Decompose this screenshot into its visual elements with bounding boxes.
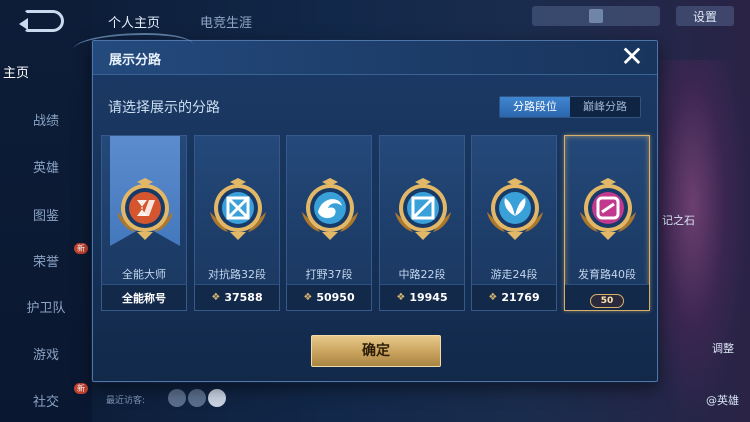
sidebar-item[interactable]: 图鉴: [0, 205, 92, 224]
avatar: [589, 9, 603, 23]
sidebar-item-label: 荣誉: [32, 255, 59, 270]
sidebar-item-label: 游戏: [32, 348, 59, 363]
lane-card-footer: ❖ 50950: [287, 284, 371, 310]
sidebar-item[interactable]: 主页: [0, 62, 62, 81]
sidebar-item-label: 护卫队: [26, 301, 66, 316]
lane-card[interactable]: 中路22段 ❖ 19945: [379, 135, 465, 311]
sidebar-item[interactable]: 荣誉 新: [0, 243, 92, 270]
lane-card[interactable]: 发育路40段 50: [564, 135, 650, 311]
lane-score: 21769: [501, 291, 540, 304]
sidebar-item[interactable]: 英雄: [0, 157, 92, 176]
farm-lane-emblem-icon: [576, 178, 640, 242]
visitor-avatar[interactable]: [188, 389, 206, 407]
new-badge: 新: [74, 243, 88, 254]
visitor-avatar[interactable]: [208, 389, 226, 407]
dialog-subtitle: 请选择展示的分路: [108, 100, 220, 116]
sidebar-item[interactable]: 护卫队: [0, 297, 92, 316]
lane-card-name: 对抗路32段: [208, 268, 266, 281]
lane-card-name: 游走24段: [490, 268, 538, 281]
sidebar-item-label: 英雄: [32, 161, 59, 176]
new-badge: 新: [74, 383, 88, 394]
toggle-lane-rank[interactable]: 分路段位: [500, 97, 570, 117]
lane-card-footer: ❖ 37588: [195, 284, 279, 310]
top-status-chip[interactable]: [532, 6, 660, 26]
score-icon: ❖: [211, 292, 221, 303]
lane-card[interactable]: 对抗路32段 ❖ 37588: [194, 135, 280, 311]
lane-card-footer: 全能称号: [102, 284, 186, 310]
recent-visitors-label: 最近访客:: [106, 396, 146, 406]
right-label-hero[interactable]: @英雄: [706, 392, 739, 408]
lane-mode-toggle: 分路段位 巅峰分路: [499, 96, 641, 118]
settings-button[interactable]: 设置: [676, 6, 734, 26]
tab-esports-career[interactable]: 电竞生涯: [200, 12, 252, 31]
dialog-title: 展示分路: [109, 53, 162, 68]
right-label-adjust[interactable]: 调整: [712, 340, 734, 356]
lane-card-name: 全能大师: [122, 268, 166, 281]
back-arrow-icon[interactable]: [19, 10, 64, 32]
sidebar-item-label: 主页: [2, 66, 29, 81]
jungle-dragon-emblem-icon: [298, 178, 362, 242]
lane-card-footer: ❖ 19945: [380, 284, 464, 310]
lane-card-list: 全能大师 全能称号 对抗路32段 ❖ 37588 打野37段 ❖ 50950 中路22段 ❖ 199…: [101, 135, 653, 311]
lane-title: 全能称号: [122, 291, 166, 305]
sidebar-item[interactable]: 战绩: [0, 110, 92, 129]
confirm-button[interactable]: 确定: [311, 335, 441, 367]
sidebar-item-label: 社交: [32, 395, 59, 410]
lane-card-footer: ❖ 21769: [472, 284, 556, 310]
sidebar-item[interactable]: 社交 新: [0, 383, 92, 410]
lane-card-name: 中路22段: [398, 268, 446, 281]
clash-lane-emblem-icon: [206, 178, 270, 242]
lane-display-dialog: 展示分路 ✕ 请选择展示的分路 分路段位 巅峰分路 全能大师 全能称号 对抗路32段…: [73, 33, 658, 382]
sidebar-item-label: 图鉴: [32, 209, 59, 224]
score-icon: ❖: [396, 292, 406, 303]
roam-emblem-icon: [483, 178, 547, 242]
lane-card-name: 发育路40段: [578, 268, 636, 281]
lane-score: 19945: [409, 291, 448, 304]
toggle-peak-lane[interactable]: 巅峰分路: [570, 97, 640, 117]
close-icon[interactable]: ✕: [619, 43, 645, 71]
lane-card-footer: 50: [565, 284, 649, 310]
sidebar-item[interactable]: 游戏: [0, 344, 92, 363]
lane-score: 37588: [224, 291, 263, 304]
visitor-avatar[interactable]: [168, 389, 186, 407]
rank-star-badge: 50: [590, 294, 624, 308]
lane-card[interactable]: 全能大师 全能称号: [101, 135, 187, 311]
mid-lane-emblem-icon: [391, 178, 455, 242]
sidebar-item-label: 战绩: [32, 114, 59, 129]
score-icon: ❖: [303, 292, 313, 303]
lane-card-name: 打野37段: [305, 268, 353, 281]
lane-score: 50950: [316, 291, 355, 304]
allround-master-emblem-icon: [113, 178, 177, 242]
lane-card[interactable]: 打野37段 ❖ 50950: [286, 135, 372, 311]
dialog-header: 展示分路 ✕: [73, 33, 657, 75]
tab-personal-home[interactable]: 个人主页: [108, 12, 160, 31]
hero-portrait: [655, 60, 750, 422]
right-label-stone: 记之石: [662, 214, 695, 227]
lane-card[interactable]: 游走24段 ❖ 21769: [471, 135, 557, 311]
score-icon: ❖: [488, 292, 498, 303]
